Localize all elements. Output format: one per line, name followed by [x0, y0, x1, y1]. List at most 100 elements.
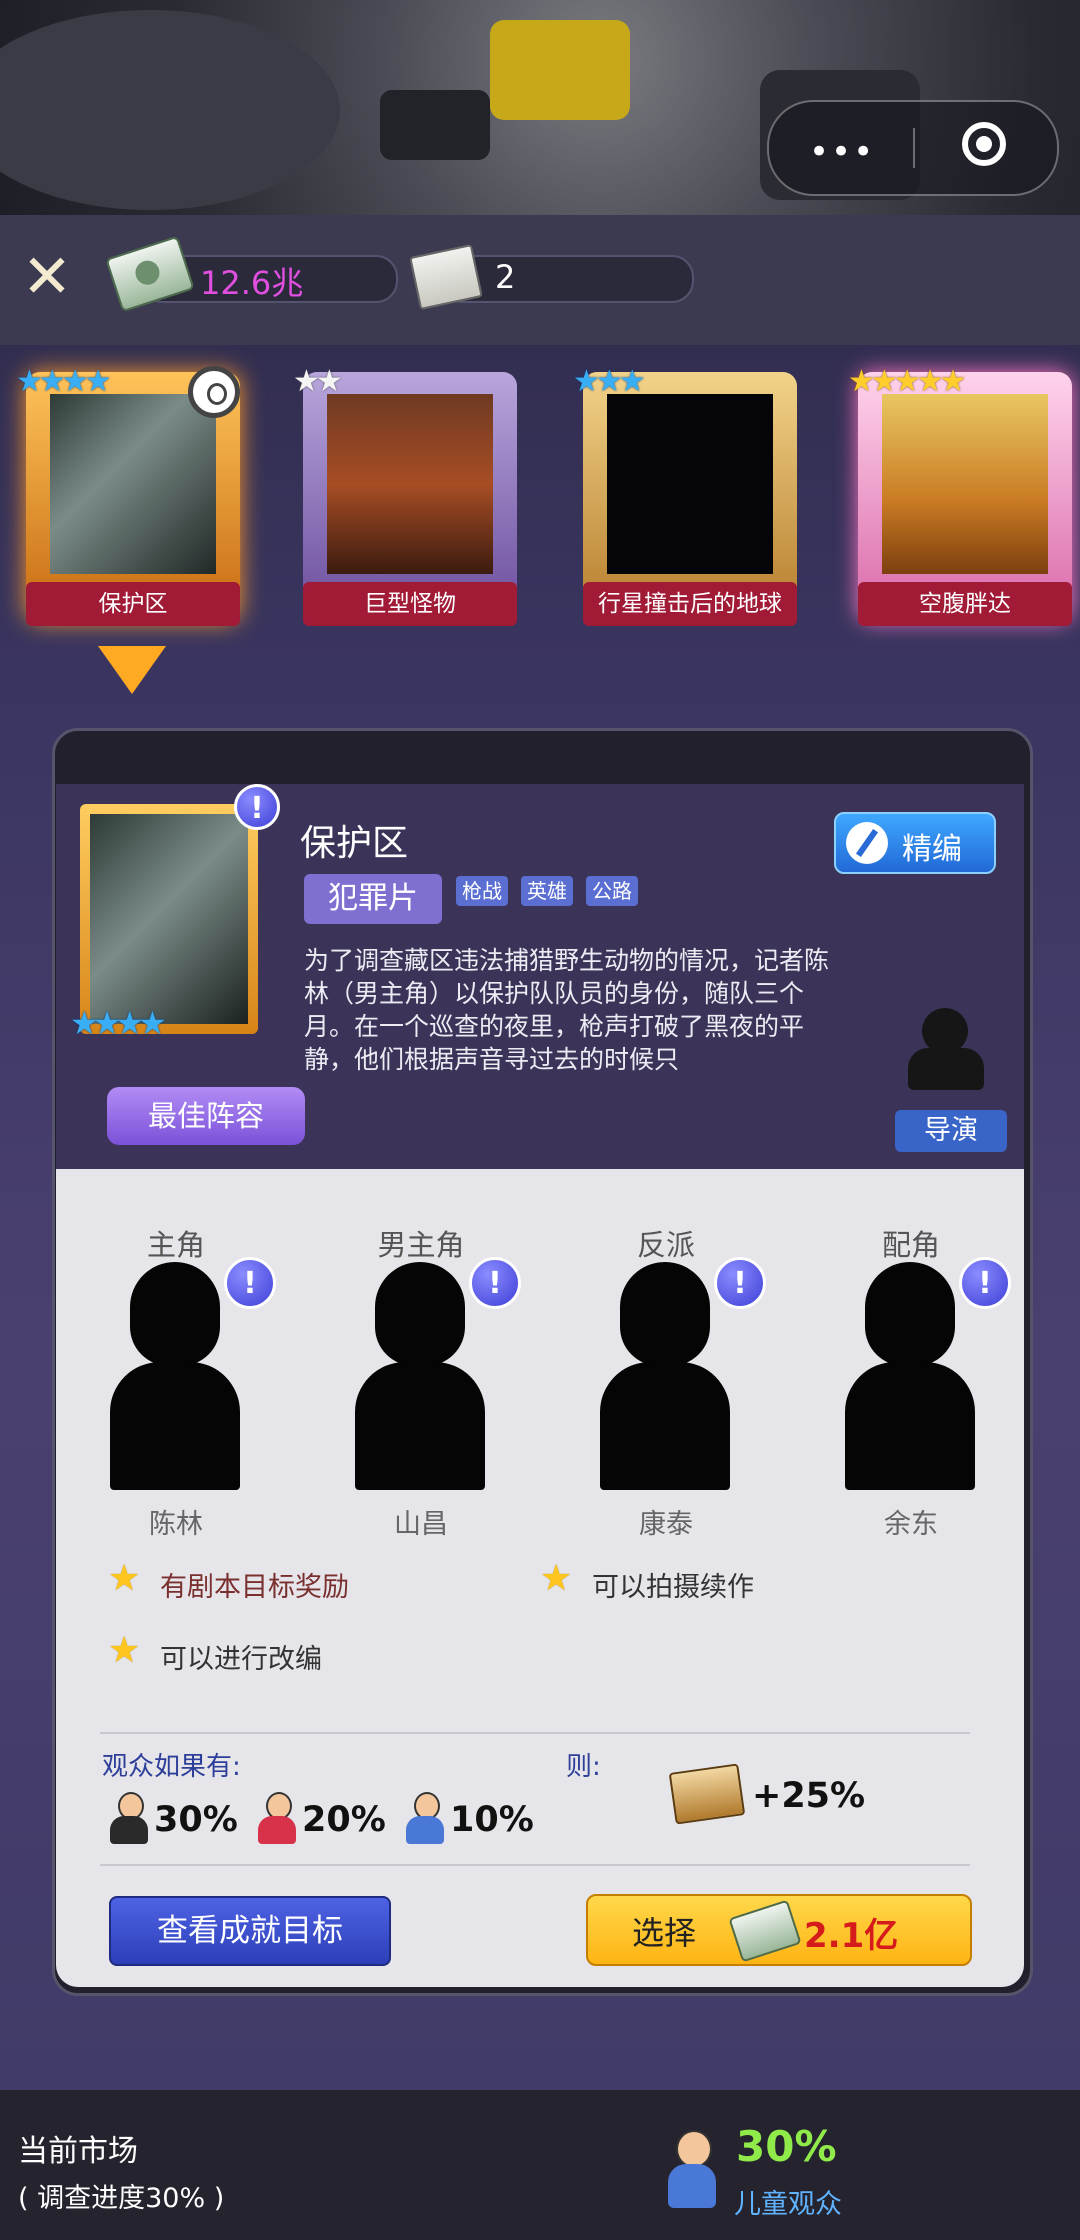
- silhouette-body: [355, 1362, 485, 1490]
- silhouette-body: [845, 1362, 975, 1490]
- silhouette-head: [375, 1262, 465, 1366]
- director-body: [908, 1048, 984, 1090]
- capsule-divider: [913, 128, 915, 168]
- info-icon[interactable]: !: [959, 1257, 1011, 1309]
- poster-image: [882, 394, 1048, 574]
- script-title: 保护区: [26, 582, 240, 626]
- person-body: [406, 1816, 444, 1844]
- script-title: 巨型怪物: [303, 582, 517, 626]
- rating-stars: ★★★★: [16, 364, 112, 399]
- script-title: 行星撞击后的地球: [583, 582, 797, 626]
- movie-title: 保护区: [300, 823, 409, 864]
- actor-silhouette[interactable]: [845, 1262, 975, 1490]
- audience-result-label: 则:: [566, 1752, 601, 1782]
- silhouette-body: [110, 1362, 240, 1490]
- bonus-value: +25%: [752, 1776, 866, 1816]
- close-target-icon[interactable]: [962, 122, 1006, 166]
- ticket-value: 2: [495, 258, 516, 296]
- tag-badge: 英雄: [521, 876, 573, 906]
- banner-shape: [0, 10, 340, 210]
- actor-name: 余东: [884, 1509, 938, 1540]
- star-icon: ★: [540, 1558, 573, 1599]
- tag-badge: 公路: [586, 876, 638, 906]
- close-icon[interactable]: ✕: [20, 247, 74, 307]
- tag-badge: 枪战: [456, 876, 508, 906]
- info-icon[interactable]: !: [234, 784, 280, 830]
- selected-poster[interactable]: [80, 804, 258, 1034]
- cost-value: 2.1亿: [804, 1916, 899, 1956]
- feature-item: 有剧本目标奖励: [160, 1572, 349, 1603]
- director-button[interactable]: 导演: [895, 1110, 1007, 1152]
- pen-icon: [846, 822, 888, 864]
- edit-label: 精编: [902, 832, 962, 867]
- person-body: [258, 1816, 296, 1844]
- silhouette-body: [600, 1362, 730, 1490]
- rating-stars: ★★★★★: [848, 364, 967, 399]
- feature-item: 可以进行改编: [160, 1644, 322, 1675]
- role-label: 主角: [146, 1228, 205, 1262]
- actor-silhouette[interactable]: [600, 1262, 730, 1490]
- poster-image: [327, 394, 493, 574]
- male-audience-icon: [110, 1792, 148, 1844]
- best-cast-button[interactable]: 最佳阵容: [107, 1087, 305, 1145]
- female-audience-icon: [258, 1792, 296, 1844]
- info-icon[interactable]: !: [714, 1257, 766, 1309]
- inspect-icon[interactable]: [188, 366, 240, 418]
- edit-button[interactable]: 精编: [834, 812, 996, 874]
- child-audience-icon: [406, 1792, 444, 1844]
- actor-silhouette[interactable]: [355, 1262, 485, 1490]
- miniprogram-capsule: •••: [767, 100, 1059, 196]
- male-percent: 30%: [154, 1800, 238, 1840]
- poster-image: [50, 394, 216, 574]
- synopsis-text[interactable]: 为了调查藏区违法捕猎野生动物的情况，记者陈林（男主角）以保护队队员的身份，随队三…: [304, 944, 844, 1072]
- director-avatar[interactable]: [904, 1008, 986, 1090]
- role-label: 反派: [636, 1228, 695, 1262]
- script-card[interactable]: ★★★★★ 空腹胖达: [848, 364, 1072, 626]
- role-label: 男主角: [377, 1228, 465, 1262]
- star-icon: ★: [108, 1630, 141, 1671]
- silhouette-head: [865, 1262, 955, 1366]
- money-icon: [728, 1899, 802, 1963]
- info-icon[interactable]: !: [224, 1257, 276, 1309]
- money-value: 12.6兆: [200, 264, 304, 302]
- divider: [100, 1732, 970, 1734]
- silhouette-head: [130, 1262, 220, 1366]
- info-icon[interactable]: !: [469, 1257, 521, 1309]
- child-audience-icon: [668, 2130, 716, 2210]
- person-body: [110, 1816, 148, 1844]
- poster-image: [90, 814, 248, 1024]
- script-title: 空腹胖达: [858, 582, 1072, 626]
- actor-name: 山昌: [394, 1509, 448, 1540]
- investigation-progress: ( 调查进度30% ): [18, 2183, 225, 2214]
- divider: [100, 1864, 970, 1866]
- banner-shape: [380, 90, 490, 160]
- market-audience-label: 儿童观众: [734, 2189, 842, 2220]
- market-percent: 30%: [736, 2122, 837, 2171]
- script-card[interactable]: ★★ 巨型怪物: [293, 364, 517, 626]
- view-goals-button[interactable]: 查看成就目标: [109, 1896, 391, 1966]
- script-card[interactable]: ★★★ 行星撞击后的地球: [573, 364, 797, 626]
- more-icon[interactable]: •••: [809, 132, 875, 172]
- select-button[interactable]: 选择 2.1亿: [586, 1894, 972, 1966]
- actor-silhouette[interactable]: [110, 1262, 240, 1490]
- rating-stars: ★★: [293, 364, 343, 399]
- person-head: [676, 2130, 712, 2168]
- actor-name: 陈林: [149, 1509, 203, 1540]
- select-label: 选择: [632, 1914, 697, 1952]
- genre-badge: 犯罪片: [304, 874, 442, 924]
- rating-stars: ★★★★: [70, 1004, 167, 1042]
- child-percent: 10%: [450, 1800, 534, 1840]
- female-percent: 20%: [302, 1800, 386, 1840]
- selection-arrow-icon: [98, 646, 166, 694]
- poster-image: [607, 394, 773, 574]
- silhouette-head: [620, 1262, 710, 1366]
- role-label: 配角: [881, 1228, 940, 1262]
- star-icon: ★: [108, 1558, 141, 1599]
- feature-item: 可以拍摄续作: [592, 1572, 754, 1603]
- actor-name: 康泰: [639, 1509, 693, 1540]
- person-body: [668, 2164, 716, 2208]
- book-icon: [668, 1763, 746, 1825]
- rating-stars: ★★★: [573, 364, 646, 399]
- market-bar: [0, 2090, 1080, 2240]
- banner-shape: [490, 20, 630, 120]
